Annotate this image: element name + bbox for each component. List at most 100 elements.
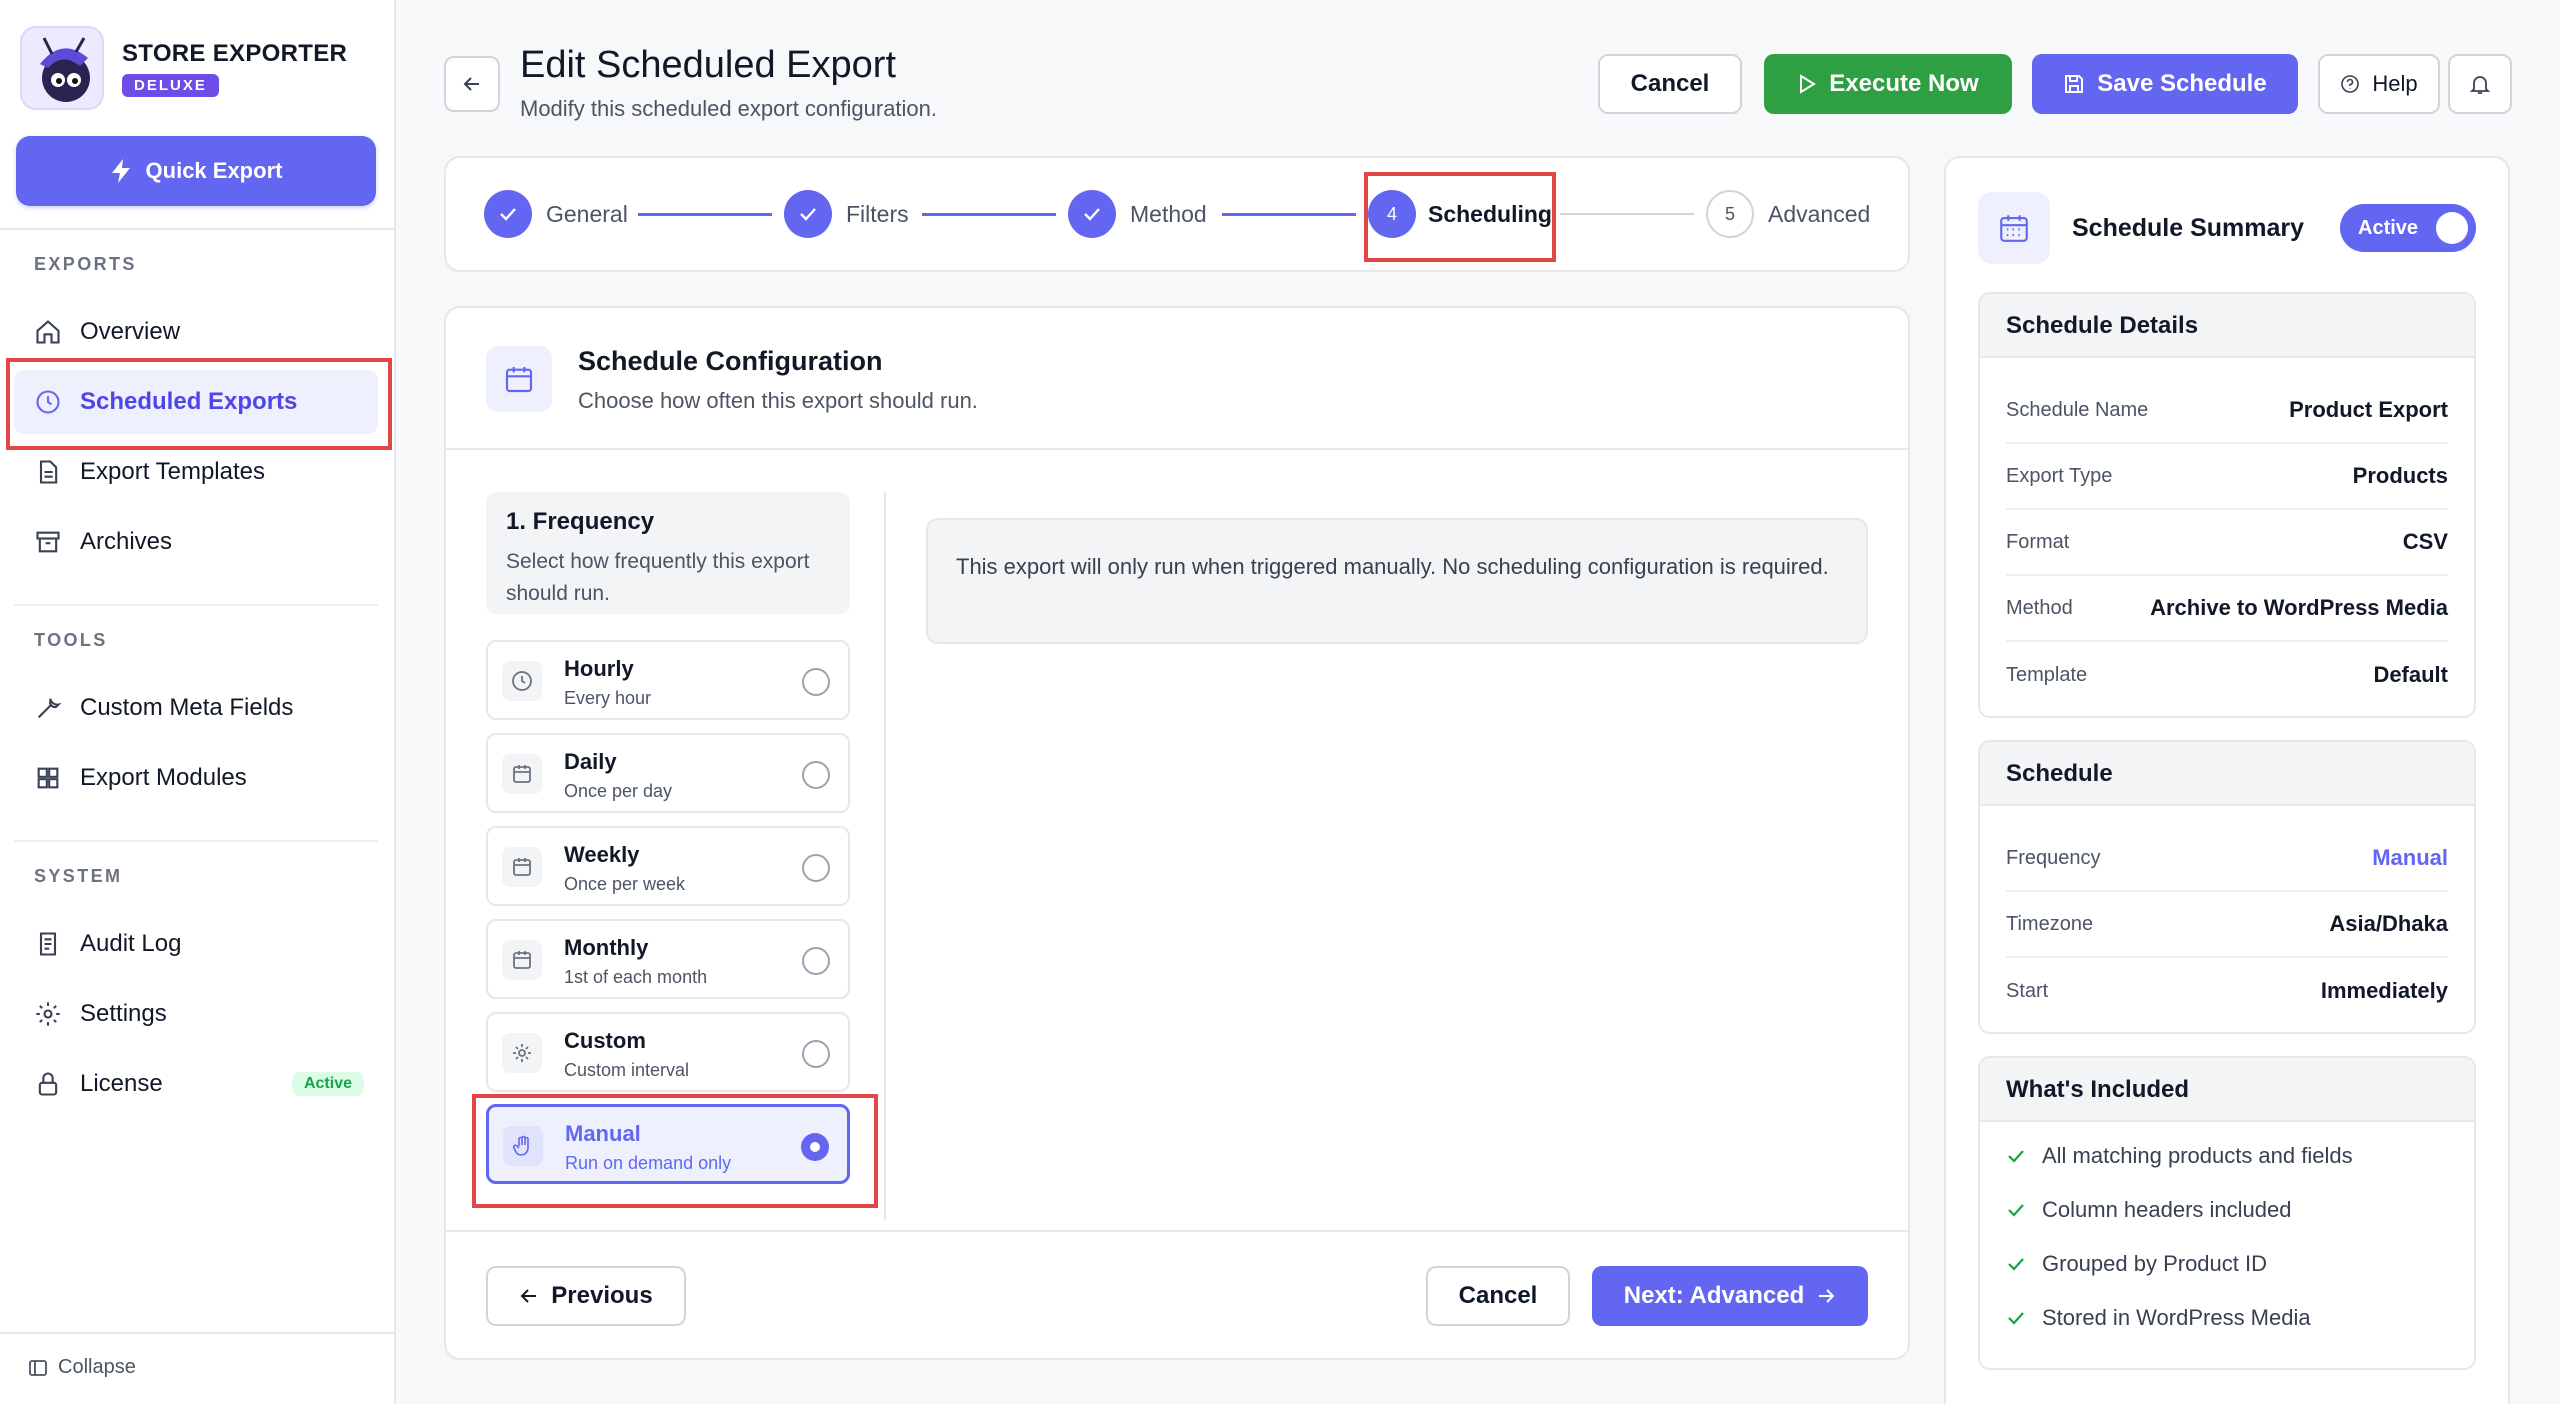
radio-button[interactable] [802,947,830,975]
step-general-label[interactable]: General [546,201,628,228]
schedule-key: Frequency [2006,846,2101,869]
radio-button[interactable] [802,761,830,789]
schedule-row: Start Immediately [2006,958,2448,1024]
divider [884,492,886,1220]
collapse-icon [28,1358,48,1378]
sidebar-item-overview[interactable]: Overview [14,300,378,364]
step-scheduling-number[interactable]: 4 [1368,190,1416,238]
schedule-row: Frequency Manual [2006,826,2448,892]
arrow-left-icon [461,73,483,95]
detail-key: Template [2006,663,2088,686]
sidebar-item-label: Export Templates [80,458,265,485]
quick-export-button[interactable]: Quick Export [16,136,376,206]
divider [446,448,1908,450]
option-sublabel: Once per day [564,781,673,801]
option-label: Weekly [564,842,640,867]
sidebar-item-scheduled-exports[interactable]: Scheduled Exports [14,370,378,434]
play-icon [1797,73,1817,95]
detail-row: Template Default [2006,642,2448,708]
option-sublabel: Once per week [564,874,686,894]
cancel-button[interactable]: Cancel [1598,54,1742,114]
included-label: Column headers included [2042,1197,2292,1222]
sidebar-item-label: Archives [80,528,173,555]
log-icon [34,930,62,958]
radio-button[interactable] [802,1040,830,1068]
step-filters-check-icon[interactable] [784,190,832,238]
config-title: Schedule Configuration [578,346,883,376]
notifications-button[interactable] [2448,54,2512,114]
frequency-option-monthly[interactable]: Monthly 1st of each month [486,919,850,999]
next-label: Next: Advanced [1623,1282,1805,1309]
frequency-option-custom[interactable]: Custom Custom interval [486,1012,850,1092]
panel-title: What's Included [1980,1058,2474,1122]
collapse-button[interactable]: Collapse [28,1356,136,1379]
option-sublabel: Run on demand only [565,1153,732,1173]
sidebar-item-export-templates[interactable]: Export Templates [14,440,378,504]
sidebar-item-settings[interactable]: Settings [14,982,378,1046]
clock-icon [502,661,542,701]
step-connector [922,213,1056,216]
frequency-option-hourly[interactable]: Hourly Every hour [486,640,850,720]
frequency-option-daily[interactable]: Daily Once per day [486,733,850,813]
detail-value: Products [2352,463,2448,488]
radio-button-selected[interactable] [801,1133,829,1161]
section-system: SYSTEM [34,866,123,886]
included-label: Grouped by Product ID [2042,1251,2268,1276]
sidebar: STORE EXPORTER DELUXE Quick Export EXPOR… [0,0,396,1404]
option-label: Manual [565,1121,641,1146]
detail-row: Schedule Name Product Export [2006,378,2448,444]
next-advanced-button[interactable]: Next: Advanced [1592,1266,1868,1326]
included-item: Grouped by Product ID [2006,1244,2267,1284]
back-button[interactable] [444,56,500,112]
save-schedule-button[interactable]: Save Schedule [2032,54,2298,114]
included-item: All matching products and fields [2006,1136,2353,1176]
execute-now-button[interactable]: Execute Now [1764,54,2012,114]
step-advanced-label[interactable]: Advanced [1768,201,1870,228]
sidebar-item-license[interactable]: License Active [14,1052,378,1116]
calendar-icon [486,346,552,412]
radio-button[interactable] [802,854,830,882]
option-label: Daily [564,749,617,774]
sidebar-item-label: Audit Log [80,930,182,957]
bell-icon [2469,73,2491,95]
step-method-check-icon[interactable] [1068,190,1116,238]
cancel-label: Cancel [1458,1282,1538,1309]
option-sublabel: 1st of each month [564,967,708,987]
arrow-right-icon [1816,1286,1836,1306]
step-filters-label[interactable]: Filters [846,201,909,228]
option-label: Hourly [564,656,634,681]
sidebar-item-export-modules[interactable]: Export Modules [14,746,378,810]
step-general-check-icon[interactable] [484,190,532,238]
footer-cancel-button[interactable]: Cancel [1426,1266,1570,1326]
step-method-label[interactable]: Method [1130,201,1207,228]
toggle-label: Active [2358,216,2419,239]
brand: STORE EXPORTER DELUXE [20,26,347,110]
schedule-row: Timezone Asia/Dhaka [2006,892,2448,958]
home-icon [34,318,62,346]
sidebar-item-audit-log[interactable]: Audit Log [14,912,378,976]
frequency-option-weekly[interactable]: Weekly Once per week [486,826,850,906]
sidebar-item-custom-meta-fields[interactable]: Custom Meta Fields [14,676,378,740]
quick-export-label: Quick Export [145,158,283,183]
previous-button[interactable]: Previous [486,1266,686,1326]
active-toggle[interactable]: Active [2340,204,2476,252]
gear-icon [34,1000,62,1028]
frequency-header: 1. Frequency Select how frequently this … [486,492,850,614]
step-connector [1222,213,1356,216]
divider [0,228,394,230]
ant-logo-icon [20,26,104,110]
radio-button[interactable] [802,668,830,696]
help-button[interactable]: Help [2318,54,2440,114]
detail-value: Archive to WordPress Media [2150,595,2448,620]
option-label: Monthly [564,935,649,960]
step-advanced-number[interactable]: 5 [1706,190,1754,238]
sidebar-item-label: Overview [80,318,181,345]
frequency-option-manual[interactable]: Manual Run on demand only [486,1104,850,1184]
sidebar-item-label: Scheduled Exports [80,388,298,415]
schedule-value: Immediately [2320,978,2448,1003]
sidebar-item-archives[interactable]: Archives [14,510,378,574]
included-label: All matching products and fields [2042,1143,2353,1168]
wrench-icon [34,694,62,722]
step-scheduling-label[interactable]: Scheduling [1428,201,1552,228]
document-icon [34,458,62,486]
